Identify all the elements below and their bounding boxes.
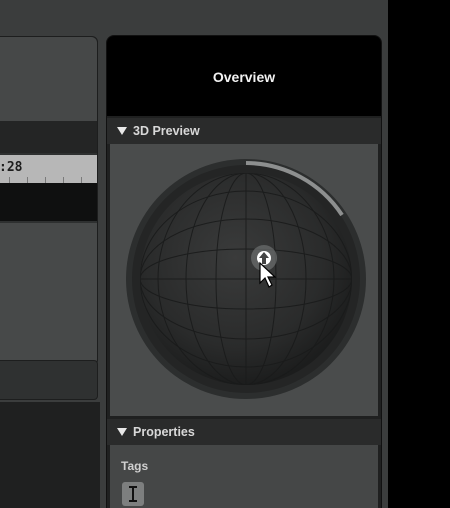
3d-preview-viewport[interactable] [110,144,378,416]
right-edge-area [388,0,450,508]
properties-body: Tags [110,445,378,508]
timeline-ruler[interactable]: :28 [0,155,97,183]
app-window: :28 Overview 3D Preview Properties Tags [0,0,450,508]
section-header-3d-preview[interactable]: 3D Preview [107,118,381,144]
left-panel: :28 [0,36,98,366]
triangle-down-icon[interactable] [117,428,127,436]
overview-title-bar: Overview [107,36,381,116]
overview-title: Overview [212,69,276,85]
overview-panel: Overview 3D Preview Properties Tags [106,35,382,508]
left-panel-footer [0,360,98,400]
section-header-properties[interactable]: Properties [107,419,381,445]
tags-input[interactable] [122,482,144,506]
triangle-down-icon[interactable] [117,127,127,135]
left-panel-content [0,223,97,365]
section-label-3d-preview: 3D Preview [133,124,200,138]
left-panel-track [0,183,97,221]
left-panel-header [0,121,97,153]
left-bottom-area [0,402,100,508]
tags-label: Tags [121,459,149,473]
sphere-control[interactable] [124,157,368,401]
section-label-properties: Properties [133,425,195,439]
left-panel-top [0,37,97,121]
text-cursor-icon [129,486,137,502]
timecode-label: :28 [0,160,23,175]
